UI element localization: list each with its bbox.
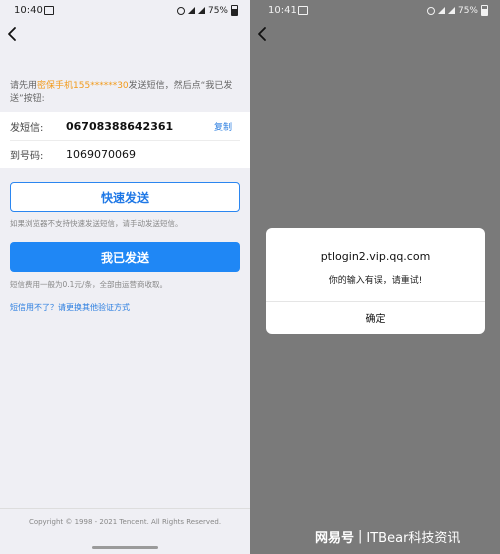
back-arrow-icon [258,27,266,41]
signal-icon [197,7,205,14]
watermark-separator: | [358,529,363,544]
back-button[interactable] [6,26,20,42]
watermark-logo: 网易号 [315,531,355,546]
fee-note: 短信费用一般为0.1元/条，全部由运营商收取。 [10,280,167,289]
status-bar: 10:41 75% [250,0,500,22]
alt-verification-link[interactable]: 短信用不了？请更换其他验证方式 [10,302,130,313]
status-time: 10:40 [14,5,43,16]
status-icons: 75% [176,5,238,16]
back-button[interactable] [256,26,270,42]
dialog-title: ptlogin2.vip.qq.com [320,250,431,263]
hint-phone: 密保手机155******30 [37,81,129,91]
dialog-ok-button[interactable]: 确定 [266,301,485,334]
copy-button[interactable]: 复制 [214,120,232,133]
status-time: 10:41 [268,5,297,16]
gallery-icon [298,6,308,15]
signal-icon [187,7,195,14]
status-bar: 10:40 75% [0,0,250,22]
footer-divider [0,508,250,509]
watermark: 网易号 | ITBear科技资讯 [315,527,460,546]
home-indicator[interactable] [92,546,158,549]
sms-number-value: 1069070069 [66,147,136,161]
wifi-icon [176,6,185,15]
sms-content-value: 0670838864236​1 [66,119,174,133]
copyright-text: Copyright © 1998 - 2021 Tencent. All Rig… [28,518,222,526]
left-screen: 10:40 75% 请先用密保手机155******30发送短信，然后点“我已发… [0,0,250,554]
battery-icon [231,5,238,16]
signal-icon [437,7,445,14]
back-arrow-icon [8,27,16,41]
dialog-message: 你的输入有误，请重试! [328,276,423,286]
battery-percent: 75% [457,5,478,16]
quick-send-button[interactable]: 快速发送 [10,182,240,212]
signal-icon [447,7,455,14]
watermark-text: ITBear科技资讯 [366,531,461,546]
battery-percent: 75% [207,5,228,16]
battery-icon [481,5,488,16]
sms-info-card: 发短信: 0670838864236​1 复制 到号码: 1069070069 [0,112,250,168]
wifi-icon [426,6,435,15]
sms-content-row: 发短信: 0670838864236​1 复制 [10,112,240,141]
alert-dialog: ptlogin2.vip.qq.com 你的输入有误，请重试! 确定 [266,228,485,334]
hint-prefix: 请先用 [10,81,38,91]
sms-content-label: 发短信: [10,122,44,134]
i-have-sent-button[interactable]: 我已发送 [10,242,240,272]
quick-send-note: 如果浏览器不支持快速发送短信，请手动发送短信。 [10,219,183,228]
sms-number-label: 到号码: [10,150,44,162]
instruction-text: 请先用密保手机155******30发送短信，然后点“我已发送”按钮: [10,80,242,106]
sms-number-row: 到号码: 1069070069 [10,140,240,168]
status-icons: 75% [426,5,488,16]
gallery-icon [44,6,54,15]
right-screen: 10:41 75% ptlogin2.vip.qq.com 你的输入有误，请重试… [250,0,500,554]
